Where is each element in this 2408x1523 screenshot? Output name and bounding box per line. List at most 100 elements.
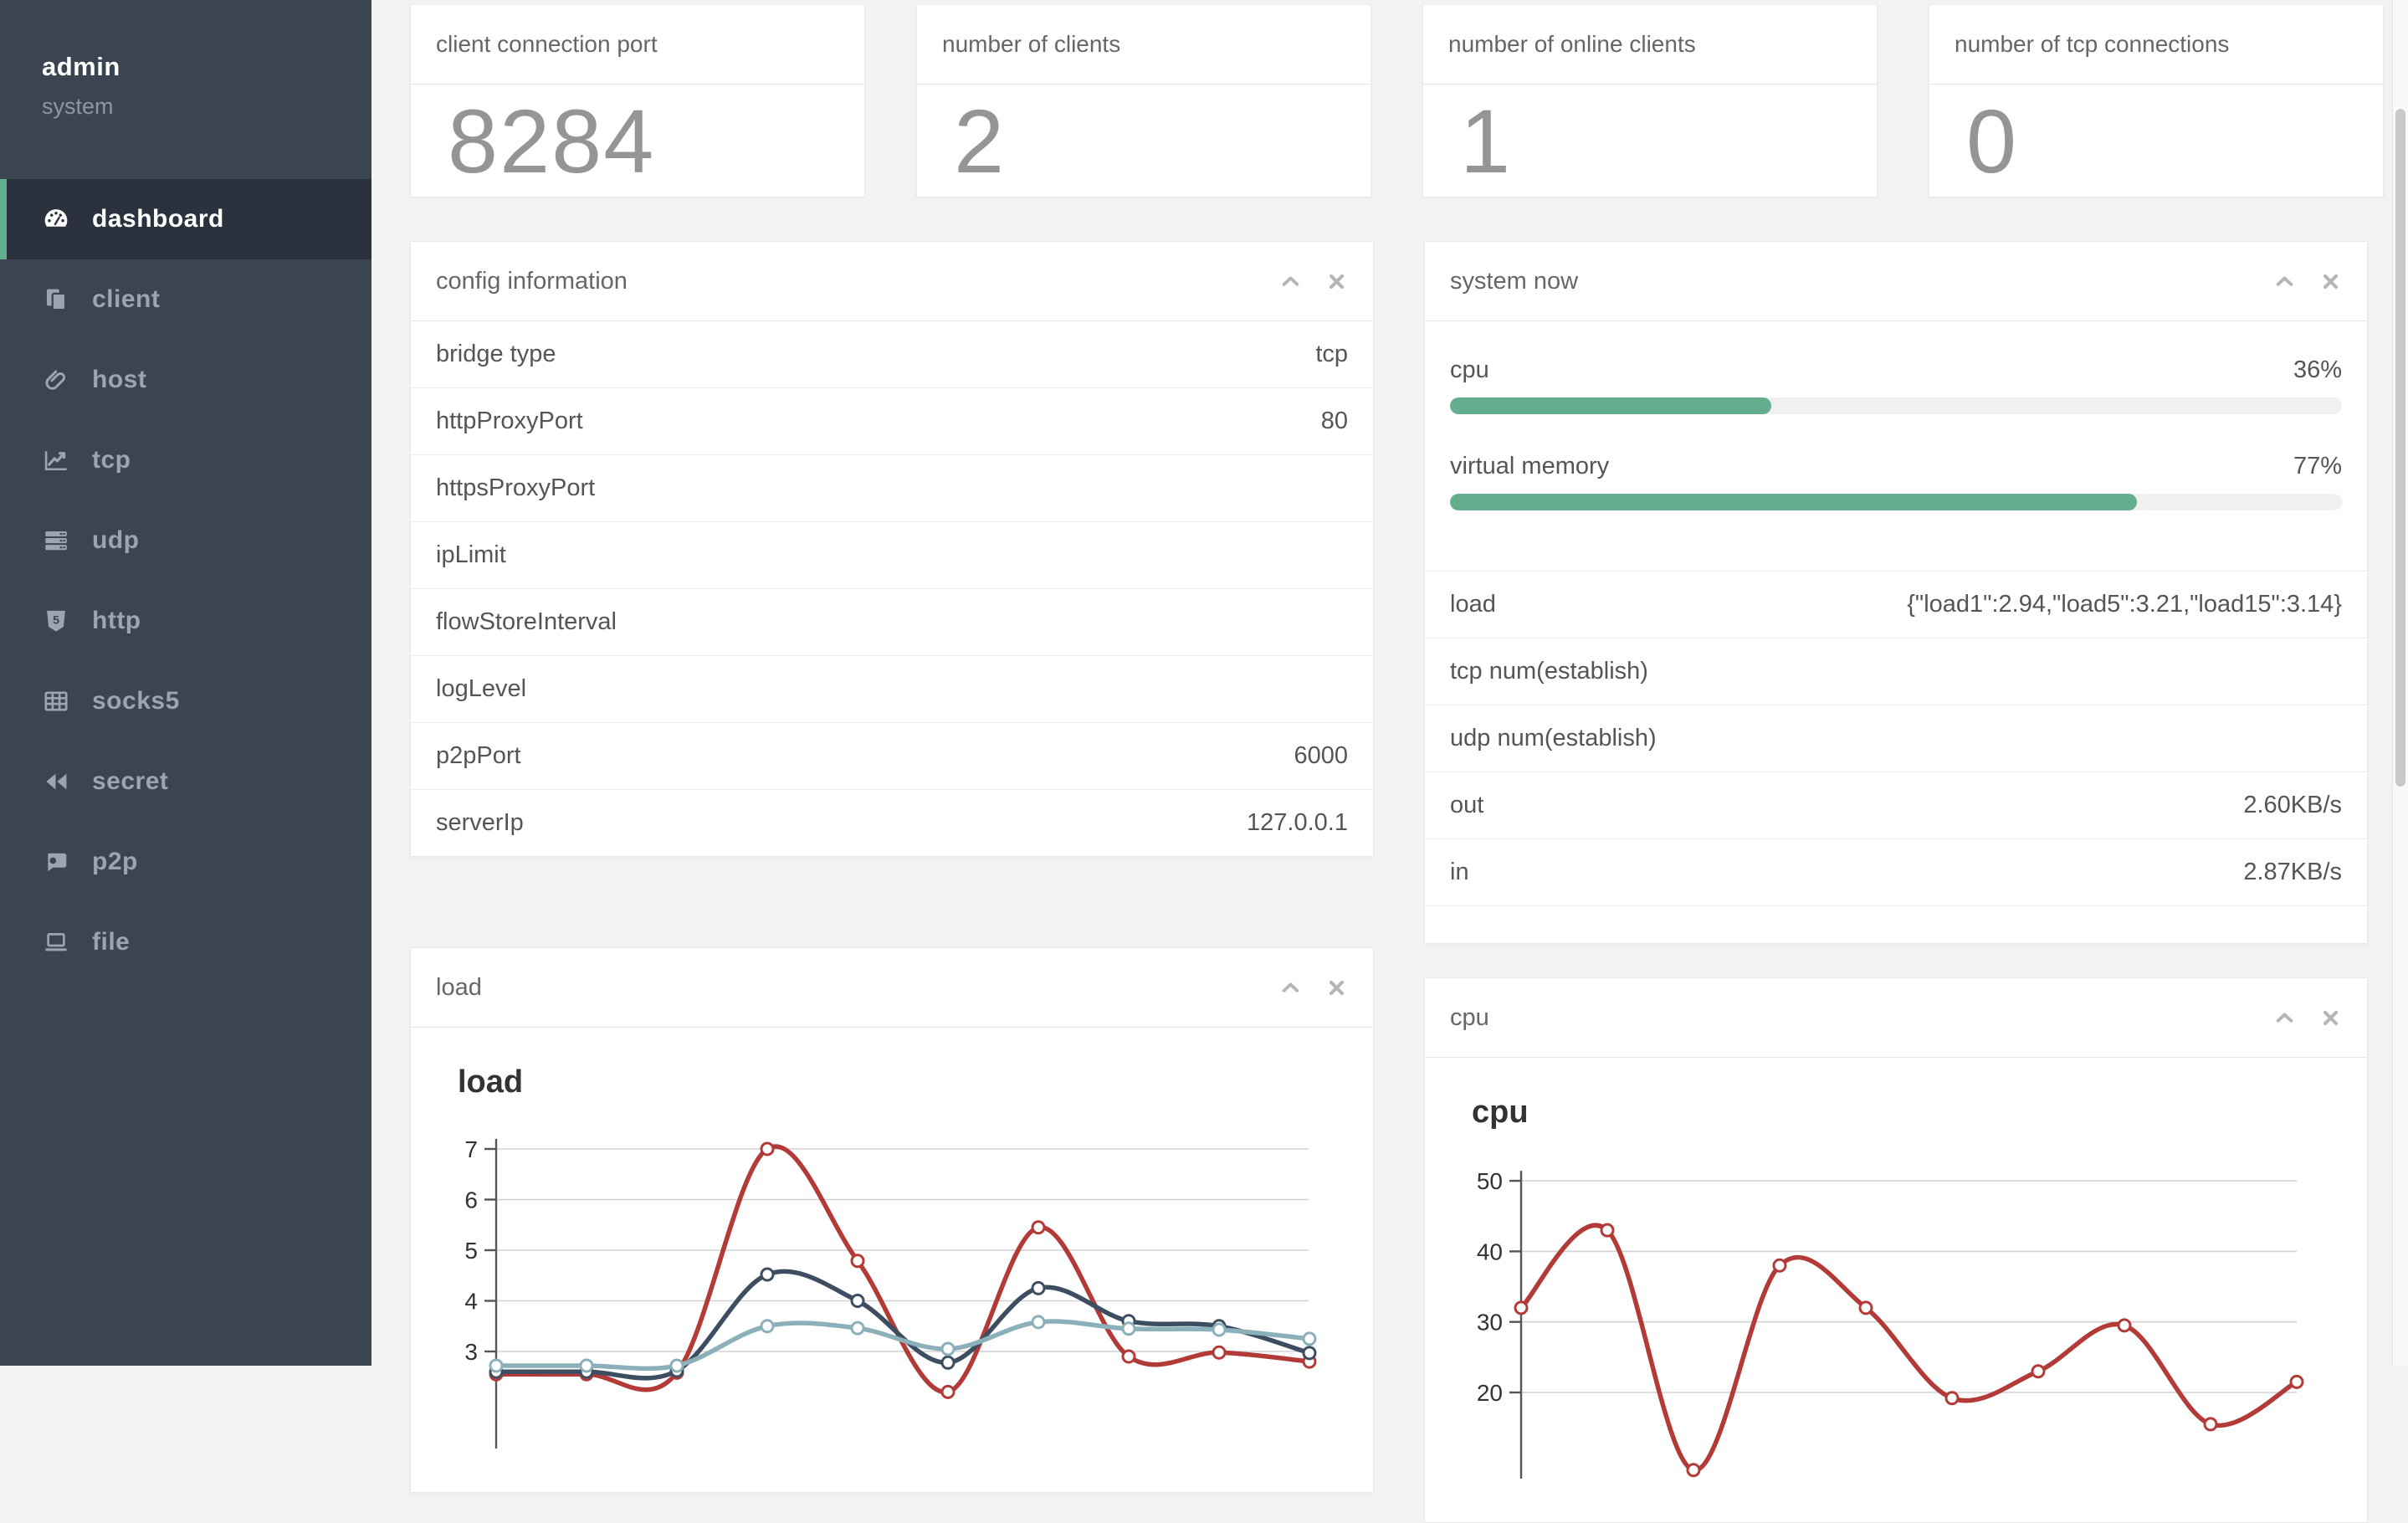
close-icon[interactable] [2319,1007,2342,1029]
stat-card-3: number of online clients 1 [1422,4,1878,197]
close-icon[interactable] [1325,977,1348,999]
system-row-label: tcp num(establish) [1450,658,1648,685]
sidebar-item-socks5[interactable]: socks5 [0,661,371,741]
config-row: serverIp 127.0.0.1 [411,789,1373,856]
html5-shield-icon: 5 [42,607,70,635]
collapse-icon[interactable] [1279,977,1302,999]
main-content: client connection port 8284 number of clie… [371,0,2408,1523]
sidebar-item-label: dashboard [92,205,224,233]
gauge-percent: 36% [2293,356,2342,383]
config-rows: bridge type tcp httpProxyPort 80 httpsProxyP… [411,321,1373,856]
rewind-icon [42,767,70,796]
sidebar-item-label: host [92,366,147,393]
left-column: config information bridge type tcp httpPro… [410,241,1374,1493]
stat-card-title: number of online clients [1423,5,1877,85]
config-row: httpProxyPort 80 [411,387,1373,454]
sidebar-item-label: http [92,607,141,634]
server-icon [42,526,70,555]
svg-text:20: 20 [1477,1380,1503,1406]
config-row: logLevel [411,655,1373,722]
config-row-label: serverIp [436,809,524,836]
stat-card-value: 8284 [448,90,656,192]
config-row-label: httpsProxyPort [436,474,596,501]
config-row: ipLimit [411,521,1373,588]
progress-track [1450,397,2342,414]
system-row: udp num(establish) [1425,705,2367,772]
load-chart-panel: load load 3 4 5 6 7 [410,947,1374,1493]
system-panel-title: system now [1450,267,1579,295]
svg-text:5: 5 [53,614,59,628]
stat-card-value: 0 [1966,90,2019,192]
config-row-value: tcp [1315,341,1348,367]
panel-columns: config information bridge type tcp httpPro… [410,241,2408,1523]
sidebar-item-p2p[interactable]: p2p [0,822,371,902]
chat-bubble-icon [42,848,70,876]
stat-card-4: number of tcp connections 0 [1929,4,2384,197]
collapse-icon[interactable] [1279,270,1302,293]
config-panel: config information bridge type tcp httpPro… [410,241,1374,857]
sidebar-item-label: p2p [92,848,138,875]
svg-text:40: 40 [1477,1238,1503,1264]
collapse-icon[interactable] [2273,270,2296,293]
scrollbar-track [2392,0,2408,1366]
stat-card-value: 2 [954,90,1007,192]
sidebar-item-dashboard[interactable]: dashboard [0,179,371,259]
close-icon[interactable] [2319,270,2342,293]
config-row-value: 6000 [1294,742,1348,769]
config-row-label: httpProxyPort [436,408,583,434]
system-row: in 2.87KB/s [1425,838,2367,905]
close-icon[interactable] [1325,270,1348,293]
sidebar-item-label: udp [92,526,140,554]
load-line-chart: 3 4 5 6 7 [464,1136,1317,1449]
copy-icon [42,285,70,314]
system-panel-header: system now [1425,242,2367,321]
gauge-label: virtual memory [1450,453,1610,479]
table-grid-icon [42,687,70,715]
sidebar-item-label: tcp [92,446,131,474]
system-row-label: load [1450,591,1496,618]
gauge-cpu: cpu 36% [1450,356,2342,414]
system-row-value: 2.60KB/s [2243,792,2342,818]
config-row-label: flowStoreInterval [436,608,617,635]
progress-fill [1450,494,2137,510]
sidebar-nav: dashboard client host tcp udp 5 http socks5 secr… [0,179,371,982]
svg-text:6: 6 [464,1187,478,1213]
sidebar-item-host[interactable]: host [0,340,371,420]
collapse-icon[interactable] [2273,1007,2296,1029]
config-panel-title: config information [436,267,628,295]
cpu-chart-title: cpu [1472,1095,1529,1130]
stat-card-2: number of clients 2 [916,4,1371,197]
sidebar-item-label: client [92,285,161,313]
sidebar-item-http[interactable]: 5 http [0,581,371,661]
sidebar-item-udp[interactable]: udp [0,500,371,581]
system-row-value: 2.87KB/s [2243,859,2342,885]
system-row-value: {"load1":2.94,"load5":3.21,"load15":3.14… [1907,591,2342,618]
laptop-icon [42,928,70,956]
sidebar-item-client[interactable]: client [0,259,371,340]
config-row: bridge type tcp [411,321,1373,387]
progress-track [1450,494,2342,510]
system-row: load {"load1":2.94,"load5":3.21,"load15":… [1425,572,2367,638]
config-row: httpsProxyPort [411,454,1373,521]
config-row-label: bridge type [436,341,556,367]
gauge-percent: 77% [2293,453,2342,479]
sidebar-item-label: secret [92,767,169,795]
sidebar-item-secret[interactable]: secret [0,741,371,822]
config-row-label: ipLimit [436,541,506,568]
gauge-icon [42,205,70,233]
cpu-chart-panel-title: cpu [1450,1003,1489,1031]
stat-card-value: 1 [1460,90,1513,192]
stat-card-1: client connection port 8284 [410,4,865,197]
system-row-label: out [1450,792,1484,818]
cpu-chart-panel: cpu cpu 20 30 40 50 [1424,977,2368,1523]
sidebar-item-file[interactable]: file [0,902,371,982]
config-row-label: logLevel [436,675,527,702]
svg-text:5: 5 [464,1238,478,1264]
config-row-value: 80 [1320,408,1348,434]
system-panel-footer [1425,905,2367,943]
scrollbar-thumb[interactable] [2395,109,2405,787]
load-chart-title: load [458,1064,524,1100]
sidebar-user: admin system [0,0,371,177]
config-row: p2pPort 6000 [411,722,1373,789]
sidebar-item-tcp[interactable]: tcp [0,420,371,500]
